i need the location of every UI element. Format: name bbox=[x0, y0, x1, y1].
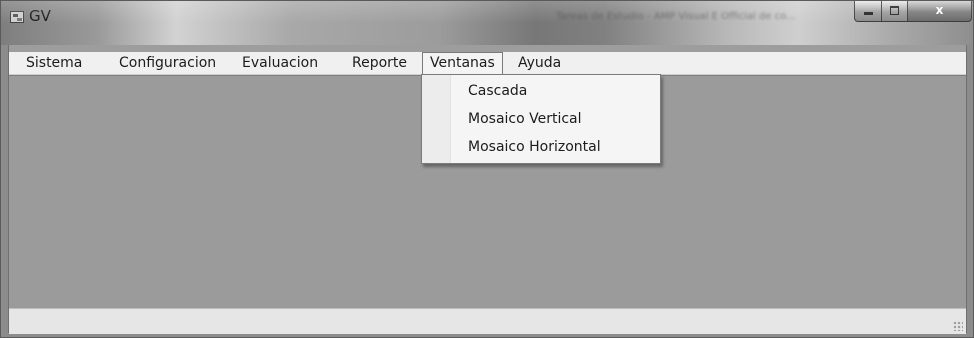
menu-item-mosaico-vertical[interactable]: Mosaico Vertical bbox=[468, 108, 582, 130]
menu-item-mosaico-horizontal[interactable]: Mosaico Horizontal bbox=[468, 136, 601, 158]
menu-reporte[interactable]: Reporte bbox=[345, 52, 414, 74]
resize-grip-icon[interactable] bbox=[953, 321, 963, 331]
title-bar[interactable]: GV Tareas de Estudio - AMP Visual E Offi… bbox=[1, 1, 973, 45]
menu-evaluacion[interactable]: Evaluacion bbox=[235, 52, 325, 74]
maximize-button[interactable] bbox=[881, 1, 908, 22]
ventanas-dropdown: Cascada Mosaico Vertical Mosaico Horizon… bbox=[421, 74, 661, 164]
window-controls: x bbox=[854, 1, 972, 23]
close-button[interactable]: x bbox=[907, 1, 972, 22]
menu-bar: Sistema Configuracion Evaluacion Reporte… bbox=[9, 52, 966, 75]
menu-item-cascada[interactable]: Cascada bbox=[468, 80, 527, 102]
menu-ayuda[interactable]: Ayuda bbox=[511, 52, 568, 74]
dropdown-icon-gutter bbox=[422, 75, 451, 163]
minimize-button[interactable] bbox=[854, 1, 882, 22]
menu-configuracion[interactable]: Configuracion bbox=[112, 52, 223, 74]
app-window: GV Tareas de Estudio - AMP Visual E Offi… bbox=[0, 0, 974, 338]
menu-sistema[interactable]: Sistema bbox=[19, 52, 89, 74]
window-title-blurred: Tareas de Estudio - AMP Visual E Officia… bbox=[556, 11, 796, 22]
status-bar bbox=[9, 308, 966, 334]
app-icon[interactable] bbox=[10, 11, 24, 23]
close-icon: x bbox=[935, 3, 944, 17]
minimize-icon bbox=[863, 12, 873, 15]
window-title: GV bbox=[29, 7, 51, 25]
menu-ventanas[interactable]: Ventanas bbox=[422, 52, 503, 75]
maximize-icon bbox=[890, 6, 899, 15]
